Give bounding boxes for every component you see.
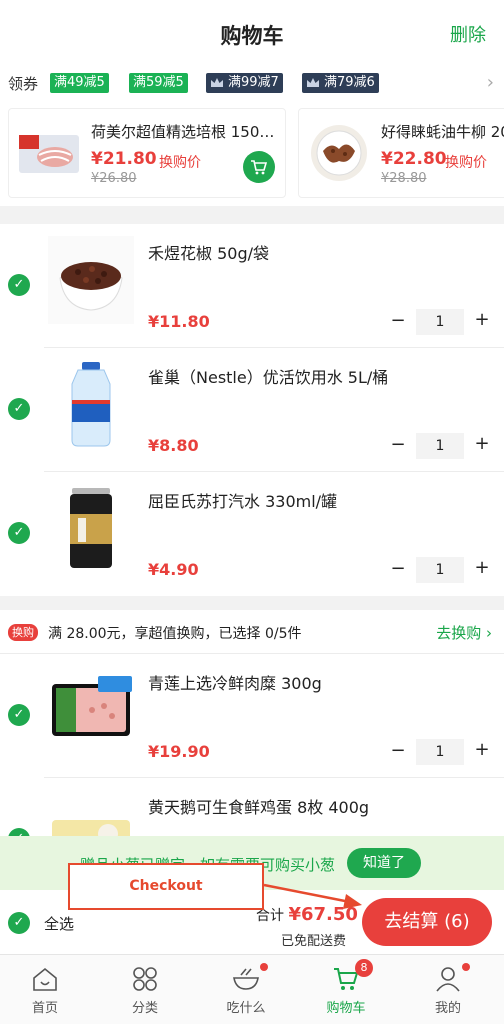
cart-count-badge: 8 bbox=[355, 959, 373, 977]
decrease-quantity-button[interactable]: − bbox=[390, 310, 406, 331]
quantity-input[interactable]: 1 bbox=[416, 433, 464, 459]
tab-label: 我的 bbox=[434, 1001, 461, 1016]
delete-button[interactable]: 删除 bbox=[450, 21, 486, 47]
cart-item: ✓ 雀巢（Nestle）优活饮用水 5L/桶 ¥8.80 − 1 + bbox=[0, 348, 504, 472]
water-bottle-image bbox=[71, 362, 111, 447]
cart-item-list: ✓ 禾煜花椒 50g/袋 ¥11.80 − 1 + ✓ 雀巢（Nestle）优活… bbox=[0, 224, 504, 596]
item-checkbox[interactable]: ✓ bbox=[8, 522, 30, 544]
item-name: 青莲上选冷鲜肉糜 300g bbox=[148, 674, 322, 693]
swap-price-tag: 换购价 bbox=[445, 155, 487, 171]
cart-item: ✓ 青莲上选冷鲜肉糜 300g ¥19.90 − 1 + bbox=[0, 654, 504, 778]
swap-tag: 换购 bbox=[8, 624, 38, 641]
coupon-label: 领券 bbox=[8, 75, 39, 93]
decrease-quantity-button[interactable]: − bbox=[390, 740, 406, 761]
quantity-input[interactable]: 1 bbox=[416, 557, 464, 583]
cart-page: 购物车 删除 领券 满49减5 满59减5 满99减7 满79减6 › 荷美尔超… bbox=[0, 0, 504, 1024]
swap-offer-price: ¥22.80 bbox=[381, 149, 447, 169]
go-swap-link[interactable]: 去换购 › bbox=[436, 622, 492, 643]
swap-promo-bar[interactable]: 换购 满 28.00元，享超值换购，已选择 0/5件 去换购 › bbox=[0, 610, 504, 654]
decrease-quantity-button[interactable]: − bbox=[390, 558, 406, 579]
cart-item: ✓ 屈臣氏苏打汽水 330ml/罐 ¥4.90 − 1 + bbox=[0, 472, 504, 596]
total-amount: ¥67.50 bbox=[288, 904, 358, 925]
increase-quantity-button[interactable]: + bbox=[474, 557, 490, 578]
swap-offer-name: 荷美尔超值精选培根 150… bbox=[91, 123, 275, 141]
item-name: 屈臣氏苏打汽水 330ml/罐 bbox=[148, 492, 338, 511]
coupon-text: 满99减7 bbox=[228, 75, 279, 90]
item-price: ¥4.90 bbox=[148, 560, 199, 579]
swap-promo-text: 满 28.00元，享超值换购，已选择 0/5件 bbox=[48, 626, 302, 642]
tab-bar: 首页 分类 吃什么 8 购物车 我的 bbox=[0, 954, 504, 1024]
category-icon bbox=[133, 967, 157, 991]
swap-price-tag: 换购价 bbox=[159, 155, 201, 171]
crown-icon bbox=[307, 78, 319, 87]
chevron-right-icon[interactable]: › bbox=[487, 72, 494, 93]
tab-cart[interactable]: 8 购物车 bbox=[296, 955, 396, 1024]
acknowledge-button[interactable]: 知道了 bbox=[347, 848, 421, 878]
item-checkbox[interactable]: ✓ bbox=[8, 704, 30, 726]
coupon-tag[interactable]: 满99减7 bbox=[206, 73, 283, 93]
checkout-button[interactable]: 去结算 (6) bbox=[362, 898, 492, 946]
coupon-text: 满79减6 bbox=[324, 75, 375, 90]
tab-category[interactable]: 分类 bbox=[95, 955, 195, 1024]
tab-profile[interactable]: 我的 bbox=[398, 955, 498, 1024]
pepper-image bbox=[48, 236, 134, 324]
minced-pork-image bbox=[52, 676, 132, 736]
tab-home[interactable]: 首页 bbox=[0, 955, 95, 1024]
item-price: ¥11.80 bbox=[148, 312, 210, 331]
item-name: 雀巢（Nestle）优活饮用水 5L/桶 bbox=[148, 368, 389, 387]
tab-label: 吃什么 bbox=[226, 1001, 266, 1016]
swap-offer-card[interactable]: 荷美尔超值精选培根 150… ¥21.80 换购价 ¥26.80 bbox=[8, 108, 286, 198]
item-price: ¥8.80 bbox=[148, 436, 199, 455]
increase-quantity-button[interactable]: + bbox=[474, 433, 490, 454]
total-label: 合计 bbox=[256, 908, 284, 924]
total: 合计 ¥67.50 bbox=[256, 904, 358, 925]
header: 购物车 删除 bbox=[0, 0, 504, 66]
swap-offer-card[interactable]: 好得睐蚝油牛柳 20 ¥22.80 换购价 ¥28.80 bbox=[298, 108, 504, 198]
tab-label: 购物车 bbox=[326, 1001, 366, 1016]
coupon-tag[interactable]: 满59减5 bbox=[129, 73, 188, 93]
select-all-label[interactable]: 全选 bbox=[44, 913, 74, 934]
soda-can-image bbox=[70, 488, 112, 568]
swap-section: 换购 满 28.00元，享超值换购，已选择 0/5件 去换购 › ✓ 青莲上选冷… bbox=[0, 610, 504, 860]
annotation-box: Checkout bbox=[68, 863, 264, 910]
coupon-tag[interactable]: 满79减6 bbox=[302, 73, 379, 93]
increase-quantity-button[interactable]: + bbox=[474, 739, 490, 760]
cart-icon bbox=[251, 160, 268, 175]
page-title: 购物车 bbox=[220, 24, 284, 48]
beef-image bbox=[311, 125, 367, 181]
cart-item: ✓ 禾煜花椒 50g/袋 ¥11.80 − 1 + bbox=[0, 224, 504, 348]
notification-dot bbox=[462, 963, 470, 971]
tab-label: 分类 bbox=[131, 1001, 158, 1016]
swap-offer-list: 荷美尔超值精选培根 150… ¥21.80 换购价 ¥26.80 好得睐蚝油牛柳… bbox=[0, 102, 504, 206]
bowl-icon bbox=[233, 968, 259, 990]
home-icon bbox=[33, 967, 57, 991]
item-name: 黄天鹅可生食鲜鸡蛋 8枚 400g bbox=[148, 798, 370, 817]
item-price: ¥19.90 bbox=[148, 742, 210, 761]
increase-quantity-button[interactable]: + bbox=[474, 309, 490, 330]
quantity-input[interactable]: 1 bbox=[416, 739, 464, 765]
shipping-note: 已免配送费 bbox=[281, 934, 347, 949]
quantity-input[interactable]: 1 bbox=[416, 309, 464, 335]
select-all-checkbox[interactable]: ✓ bbox=[8, 912, 30, 934]
decrease-quantity-button[interactable]: − bbox=[390, 434, 406, 455]
swap-original-price: ¥26.80 bbox=[91, 171, 137, 186]
tab-recipes[interactable]: 吃什么 bbox=[196, 955, 296, 1024]
swap-offer-price: ¥21.80 bbox=[91, 149, 157, 169]
coupon-tag[interactable]: 满49减5 bbox=[50, 73, 109, 93]
coupon-bar[interactable]: 领券 满49减5 满59减5 满99减7 满79减6 › bbox=[0, 66, 504, 102]
crown-icon bbox=[211, 78, 223, 87]
swap-original-price: ¥28.80 bbox=[381, 171, 427, 186]
profile-icon bbox=[436, 967, 460, 992]
annotation-label: Checkout bbox=[129, 878, 203, 894]
notification-dot bbox=[260, 963, 268, 971]
tab-label: 首页 bbox=[31, 1001, 58, 1016]
item-checkbox[interactable]: ✓ bbox=[8, 398, 30, 420]
item-checkbox[interactable]: ✓ bbox=[8, 274, 30, 296]
swap-offer-name: 好得睐蚝油牛柳 20 bbox=[381, 123, 504, 141]
add-to-cart-button[interactable] bbox=[243, 151, 275, 183]
item-name: 禾煜花椒 50g/袋 bbox=[148, 244, 269, 263]
bacon-image bbox=[19, 135, 79, 173]
